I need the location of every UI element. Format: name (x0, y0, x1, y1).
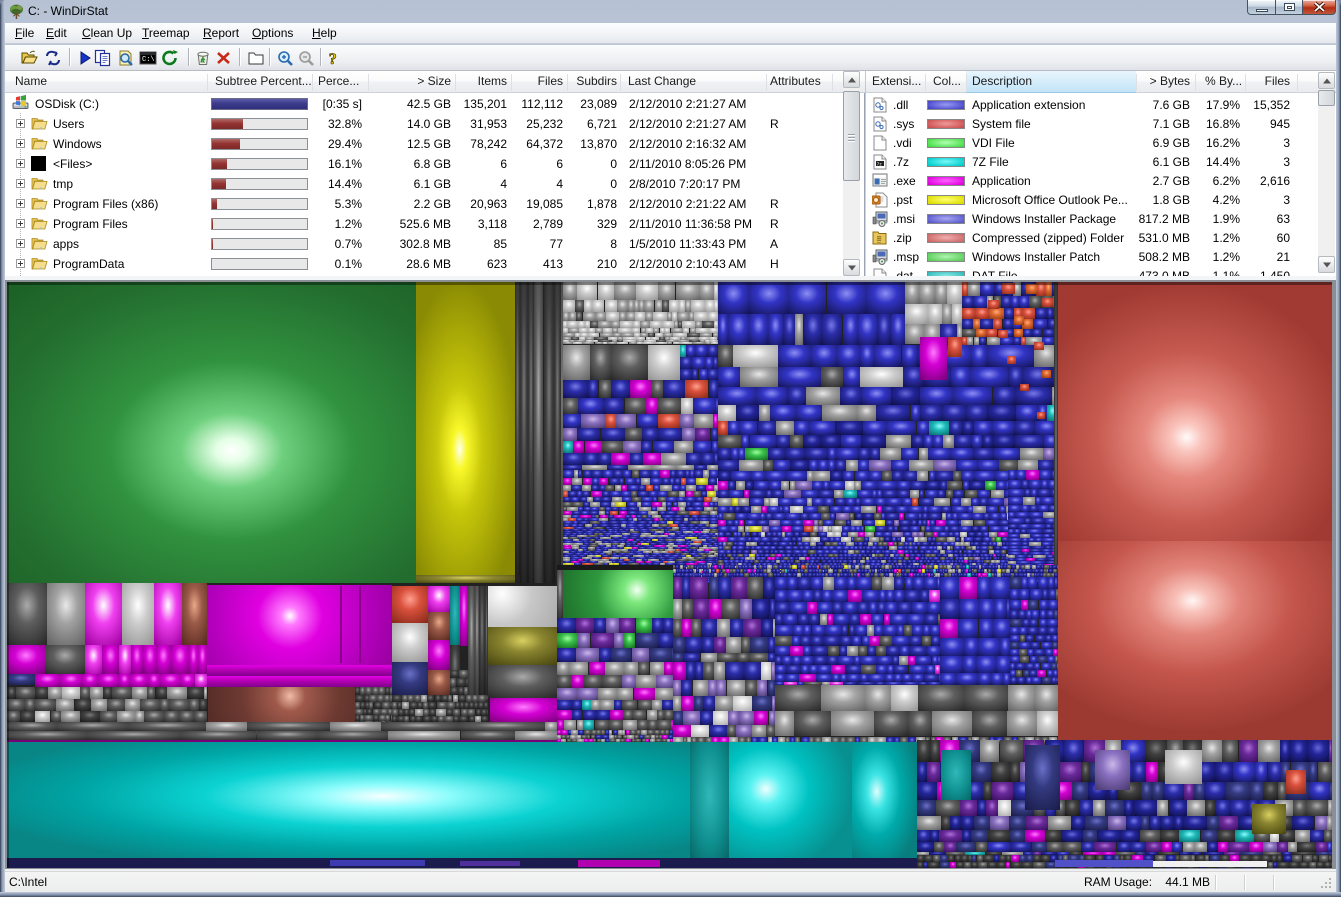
svg-text:?: ? (329, 51, 337, 67)
svg-text:C:\: C:\ (142, 56, 155, 64)
svg-text:7z: 7z (877, 161, 883, 167)
